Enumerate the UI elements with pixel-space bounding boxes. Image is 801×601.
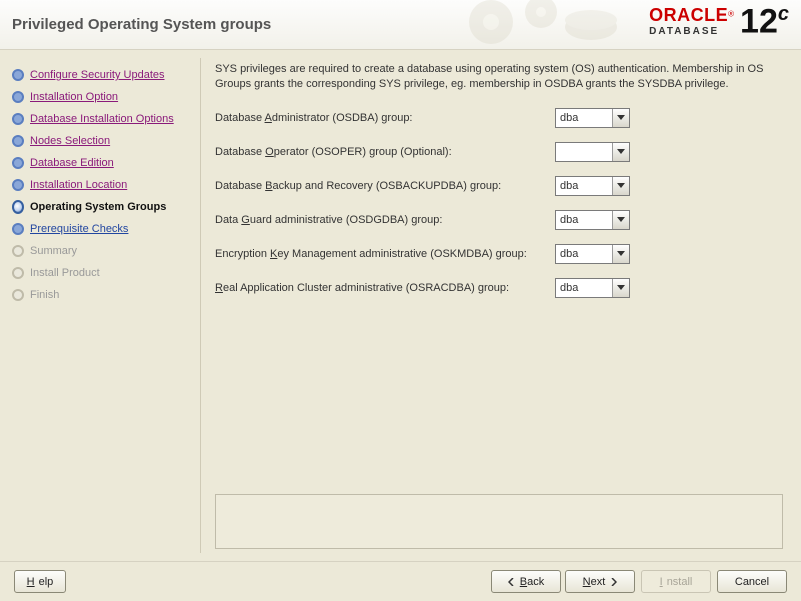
body: Configure Security Updates Installation O… <box>0 50 801 561</box>
sidebar-step-7[interactable]: Prerequisite Checks <box>12 218 194 240</box>
help-button[interactable]: Help <box>14 570 66 593</box>
combo-value: dba <box>556 180 612 192</box>
chevron-down-icon <box>612 211 629 229</box>
group-row-4: Encryption Key Management administrative… <box>215 244 783 264</box>
chevron-down-icon <box>612 279 629 297</box>
group-row-0: Database Administrator (OSDBA) group:dba <box>215 108 783 128</box>
sidebar-step-5[interactable]: Installation Location <box>12 174 194 196</box>
group-combo-1[interactable] <box>555 142 630 162</box>
step-dot-icon <box>12 245 24 257</box>
step-dot-icon <box>12 157 24 169</box>
sidebar-step-1[interactable]: Installation Option <box>12 86 194 108</box>
group-combo-4[interactable]: dba <box>555 244 630 264</box>
sidebar: Configure Security Updates Installation O… <box>0 50 200 561</box>
group-label-4: Encryption Key Management administrative… <box>215 248 555 260</box>
main-panel: SYS privileges are required to create a … <box>201 50 801 561</box>
group-label-5: Real Application Cluster administrative … <box>215 282 555 294</box>
step-label: Operating System Groups <box>30 200 166 214</box>
sidebar-step-4[interactable]: Database Edition <box>12 152 194 174</box>
step-label: Finish <box>30 288 59 302</box>
sidebar-step-2[interactable]: Database Installation Options <box>12 108 194 130</box>
group-row-5: Real Application Cluster administrative … <box>215 278 783 298</box>
form-area: Database Administrator (OSDBA) group:dba… <box>215 108 783 312</box>
combo-value: dba <box>556 248 612 260</box>
step-label: Installation Option <box>30 90 118 104</box>
sidebar-step-0[interactable]: Configure Security Updates <box>12 64 194 86</box>
chevron-right-icon <box>609 578 617 586</box>
step-dot-icon <box>12 223 24 235</box>
step-label: Summary <box>30 244 77 258</box>
installer-window: Privileged Operating System groups ORACL… <box>0 0 801 601</box>
sidebar-step-8: Summary <box>12 240 194 262</box>
install-button: Install <box>641 570 711 593</box>
next-button[interactable]: Next <box>565 570 635 593</box>
group-label-2: Database Backup and Recovery (OSBACKUPDB… <box>215 180 555 192</box>
group-row-2: Database Backup and Recovery (OSBACKUPDB… <box>215 176 783 196</box>
step-dot-icon <box>12 113 24 125</box>
decor-gears <box>451 0 631 52</box>
step-label: Nodes Selection <box>30 134 110 148</box>
chevron-left-icon <box>508 578 516 586</box>
step-dot-icon <box>12 179 24 191</box>
intro-text: SYS privileges are required to create a … <box>215 62 783 92</box>
header: Privileged Operating System groups ORACL… <box>0 0 801 50</box>
brand-oracle: ORACLE <box>649 5 728 25</box>
brand-database: DATABASE <box>649 26 734 37</box>
group-row-1: Database Operator (OSOPER) group (Option… <box>215 142 783 162</box>
group-row-3: Data Guard administrative (OSDGDBA) grou… <box>215 210 783 230</box>
group-combo-0[interactable]: dba <box>555 108 630 128</box>
group-combo-3[interactable]: dba <box>555 210 630 230</box>
step-dot-icon <box>12 289 24 301</box>
brand-version: 12c <box>740 4 789 38</box>
chevron-down-icon <box>612 177 629 195</box>
step-label: Configure Security Updates <box>30 68 165 82</box>
sidebar-step-10: Finish <box>12 284 194 306</box>
step-label: Installation Location <box>30 178 127 192</box>
step-dot-icon <box>12 91 24 103</box>
sidebar-step-9: Install Product <box>12 262 194 284</box>
combo-value: dba <box>556 282 612 294</box>
step-label: Install Product <box>30 266 100 280</box>
chevron-down-icon <box>612 109 629 127</box>
sidebar-step-6: Operating System Groups <box>12 196 194 218</box>
group-label-1: Database Operator (OSOPER) group (Option… <box>215 146 555 158</box>
group-label-0: Database Administrator (OSDBA) group: <box>215 112 555 124</box>
page-title: Privileged Operating System groups <box>12 16 271 33</box>
group-combo-2[interactable]: dba <box>555 176 630 196</box>
step-label: Database Edition <box>30 156 114 170</box>
step-label: Prerequisite Checks <box>30 222 128 236</box>
group-label-3: Data Guard administrative (OSDGDBA) grou… <box>215 214 555 226</box>
combo-value: dba <box>556 112 612 124</box>
group-combo-5[interactable]: dba <box>555 278 630 298</box>
step-label: Database Installation Options <box>30 112 174 126</box>
log-output <box>215 494 783 549</box>
step-dot-icon <box>12 135 24 147</box>
step-dot-icon <box>12 200 24 214</box>
sidebar-step-3[interactable]: Nodes Selection <box>12 130 194 152</box>
step-dot-icon <box>12 69 24 81</box>
back-button[interactable]: Back <box>491 570 561 593</box>
footer: Help Back Next Install Cancel <box>0 561 801 601</box>
combo-value: dba <box>556 214 612 226</box>
cancel-button[interactable]: Cancel <box>717 570 787 593</box>
chevron-down-icon <box>612 245 629 263</box>
brand-logo: ORACLE® DATABASE 12c <box>649 4 789 38</box>
step-list: Configure Security Updates Installation O… <box>12 64 194 306</box>
step-dot-icon <box>12 267 24 279</box>
chevron-down-icon <box>612 143 629 161</box>
